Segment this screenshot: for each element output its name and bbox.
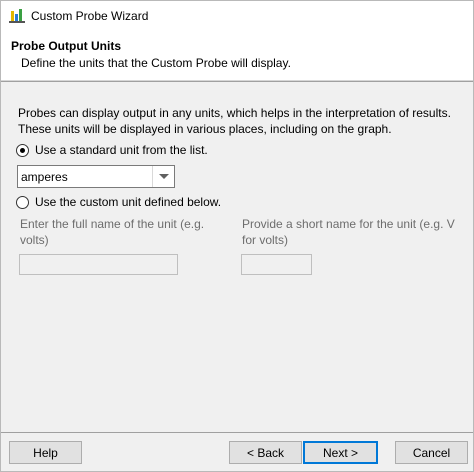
intro-line-2: These units will be displayed in various… — [18, 122, 392, 136]
intro-text: Probes can display output in any units, … — [18, 105, 458, 137]
short-name-hint-line-1: Provide a short name for the unit (e.g. … — [242, 217, 455, 231]
page-description: Define the units that the Custom Probe w… — [21, 56, 291, 70]
intro-line-1: Probes can display output in any units, … — [18, 106, 451, 120]
custom-unit-label: Use the custom unit defined below. — [35, 195, 222, 209]
short-name-hint-line-2: for volts) — [242, 233, 289, 247]
back-button[interactable]: < Back — [229, 441, 302, 464]
probe-wizard-icon — [9, 9, 25, 23]
standard-unit-radio[interactable] — [16, 143, 29, 157]
short-name-input[interactable] — [241, 254, 312, 275]
custom-probe-wizard-window: Custom Probe Wizard Probe Output Units D… — [0, 0, 474, 472]
custom-unit-option[interactable]: Use the custom unit defined below. — [16, 195, 221, 209]
short-name-hint: Provide a short name for the unit (e.g. … — [242, 216, 467, 248]
window-title: Custom Probe Wizard — [31, 9, 149, 23]
wizard-header: Probe Output Units Define the units that… — [1, 31, 473, 81]
header-divider — [1, 81, 473, 82]
chevron-down-icon[interactable] — [152, 166, 174, 187]
help-button[interactable]: Help — [9, 441, 82, 464]
next-button[interactable]: Next > — [303, 441, 378, 464]
standard-unit-dropdown[interactable]: amperes — [17, 165, 175, 188]
full-name-input[interactable] — [19, 254, 178, 275]
full-name-hint: Enter the full name of the unit (e.g. vo… — [20, 217, 205, 247]
custom-unit-radio[interactable] — [16, 195, 29, 209]
standard-unit-option[interactable]: Use a standard unit from the list. — [16, 143, 208, 157]
standard-unit-label: Use a standard unit from the list. — [35, 143, 208, 157]
standard-unit-selected-value: amperes — [21, 170, 68, 184]
footer-divider — [1, 432, 473, 433]
cancel-button[interactable]: Cancel — [395, 441, 468, 464]
page-title: Probe Output Units — [11, 39, 121, 53]
title-bar: Custom Probe Wizard — [1, 1, 473, 31]
